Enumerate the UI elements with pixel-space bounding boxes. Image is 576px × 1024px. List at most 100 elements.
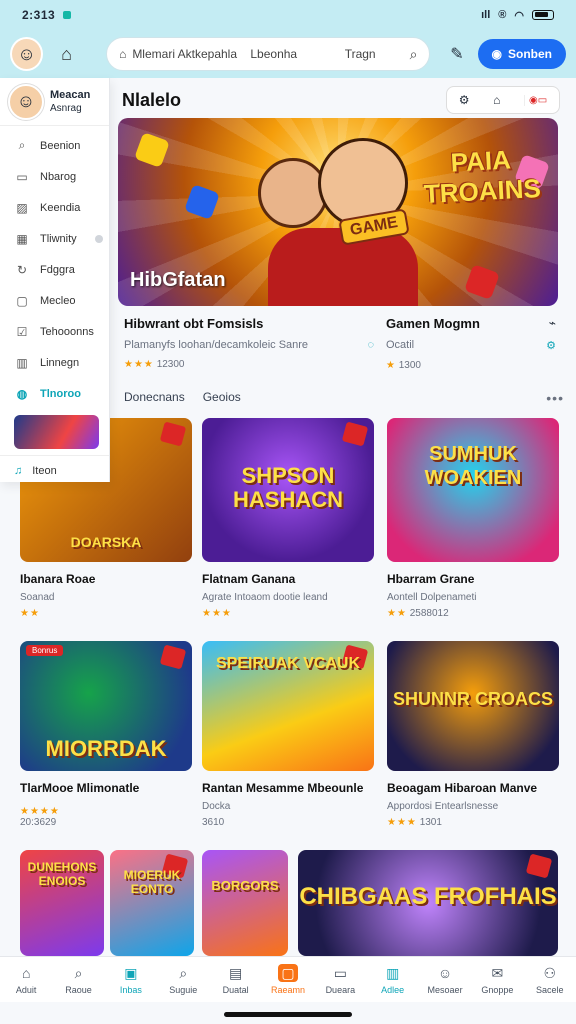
search-category-icon: ⌂ [119, 47, 127, 61]
nav-label: Inbas [119, 985, 142, 995]
hero-title: HibGfatan [130, 269, 226, 291]
star-rating: ★★★ [124, 359, 154, 370]
sidebar-item-label: Linnegn [40, 356, 80, 369]
game-card[interactable]: DUNEHONS ENOIOS [20, 850, 104, 956]
sidebar-item-4[interactable]: ▦ Tliwnity [0, 223, 109, 254]
game-card[interactable]: SPEIRUAK VCAUK Rantan Mesamme Mbeounle D… [202, 641, 374, 828]
tab-2[interactable]: Geoios [203, 390, 241, 406]
sidebar-item-label: Mecleo [40, 294, 76, 307]
pin-icon[interactable]: ⌁ [549, 316, 556, 331]
avatar[interactable]: ☺ [8, 83, 44, 120]
nav-label: Mesoaer [427, 985, 463, 995]
status-icons: ıll ® ◠ [481, 9, 554, 22]
game-card[interactable]: SHPSON HASHACN Flatnam Ganana Agrate Int… [202, 418, 374, 619]
game-card[interactable]: Bonrus MIORRDAK TlarMooe Mlimonatle ★★★★… [20, 641, 192, 828]
game-thumbnail[interactable]: Bonrus MIORRDAK [20, 641, 192, 771]
signal-icon: ıll [481, 9, 491, 21]
game-thumbnail[interactable]: BORGORS [202, 850, 288, 956]
sidebar-item-label: Beenion [40, 139, 81, 152]
game-thumbnail[interactable]: MIOERUK EONTO [110, 850, 194, 956]
person-icon: ⚇ [543, 964, 557, 981]
view-tools: ⚙ ⌂ ◉▭ [446, 86, 560, 114]
profile-status: Asnrag [50, 102, 82, 114]
app-logo[interactable]: ☺ [10, 37, 44, 71]
nav-item-3[interactable]: ▣ Inbas [105, 957, 157, 1002]
game-logo: SHUNNR CROACS [392, 689, 553, 709]
sidebar-profile[interactable]: ☺ Meacan Asnrag [0, 78, 109, 126]
chat-icon[interactable]: ◌ [367, 339, 374, 351]
toggle-switch[interactable] [95, 234, 103, 243]
music-icon: ♫ [14, 464, 23, 477]
tab-1[interactable]: Donecnans [124, 390, 185, 406]
search-input[interactable]: Mlemari Aktkepahla Lbeonha [132, 47, 344, 61]
page-title: Nlalelo [122, 90, 182, 110]
game-card[interactable]: BORGORS [202, 850, 288, 956]
signin-button[interactable]: ◉ Sonben [477, 39, 566, 69]
settings-icon[interactable]: ⚙ [546, 339, 556, 352]
nav-item-8[interactable]: ▥ Adlee [367, 957, 419, 1002]
nav-label: Dueara [325, 985, 356, 995]
game-thumbnail[interactable]: SHUNNR CROACS [387, 641, 559, 771]
search-icon: ⌕ [18, 138, 26, 152]
sidebar-item-label: Fdggra [40, 263, 75, 276]
search-icon[interactable]: ⌕ [410, 46, 418, 63]
game-subtitle: Soanad [20, 592, 55, 603]
game-logo: SUMHUK WOAKIEN [424, 443, 522, 489]
notification-bell-icon[interactable]: ✎ [442, 39, 471, 69]
sidebar-item-1[interactable]: ⌕ Beenion [0, 130, 109, 161]
sidebar-item-7[interactable]: ☑ Tehooonns [0, 316, 109, 347]
featured-item-2[interactable]: Gamen Mogmn ⌁ Ocatil ⚙ ★ 1300 [386, 316, 556, 371]
user-icon: ◉ [491, 47, 502, 61]
game-icon: ▢ [277, 964, 298, 982]
nav-item-5[interactable]: ▤ Duatal [209, 957, 261, 1002]
sidebar-footer[interactable]: ♫ Iteon [0, 455, 109, 485]
search-bar[interactable]: ⌂ Mlemari Aktkepahla Lbeonha Tragn ⌕ [106, 37, 431, 71]
home-icon[interactable]: ⌂ [51, 38, 82, 70]
nav-item-6[interactable]: ▢ Raeamn [262, 957, 314, 1002]
live-icon[interactable]: ◉▭ [524, 94, 547, 106]
sidebar-item-8[interactable]: ▥ Linnegn [0, 347, 109, 378]
game-thumbnail[interactable]: CHIBGAAS FROFHAIS [298, 850, 558, 956]
nav-label: Gnoppe [481, 985, 514, 995]
sidebar-item-5[interactable]: ↻ Fdggra [0, 254, 109, 285]
hero-banner[interactable]: GAME PAIA TROAINS HibGfatan [118, 118, 558, 306]
game-thumbnail[interactable]: SUMHUK WOAKIEN [387, 418, 559, 562]
nav-item-2[interactable]: ⌕ Raoue [52, 957, 104, 1002]
nav-item-1[interactable]: ⌂ Aduit [0, 957, 52, 1002]
search-region[interactable]: Tragn [345, 47, 376, 61]
sidebar-item-2[interactable]: ▭ Nbarog [0, 161, 109, 192]
game-thumbnail[interactable]: DUNEHONS ENOIOS [20, 850, 104, 956]
nav-label: Raeamn [270, 985, 305, 995]
featured-title: Gamen Mogmn [386, 316, 480, 331]
sidebar-item-6[interactable]: ▢ Mecleo [0, 285, 109, 316]
sidebar-nav: ⌕ Beenion ▭ Nbarog ▨ Keendia ▦ Tliwnity ↻ Fdg… [0, 130, 109, 409]
more-icon[interactable]: ••• [546, 390, 564, 406]
filter-icon[interactable]: ⚙ [459, 93, 470, 107]
sidebar-promo-image[interactable] [14, 415, 99, 449]
game-logo: DOARSKA [70, 534, 142, 550]
search-icon: ⌕ [179, 964, 188, 981]
nav-item-10[interactable]: ✉ Gnoppe [471, 957, 523, 1002]
rating-count: 3610 [202, 817, 225, 828]
game-subtitle: Agrate Intoaom dootie leand [202, 592, 328, 603]
inbox-icon: ▣ [124, 964, 138, 981]
game-card[interactable]: SUMHUK WOAKIEN Hbarram Grane Aontell Dol… [387, 418, 559, 619]
game-thumbnail[interactable]: SPEIRUAK VCAUK [202, 641, 374, 771]
featured-item-1[interactable]: Hibwrant obt Fomsisls Plamanyfs loohan/d… [124, 316, 374, 370]
sidebar-item-3[interactable]: ▨ Keendia [0, 192, 109, 223]
game-thumbnail[interactable]: SHPSON HASHACN [202, 418, 374, 562]
sidebar-item-9[interactable]: ◍ Tlnoroo [0, 378, 109, 409]
nav-item-7[interactable]: ▭ Dueara [314, 957, 366, 1002]
home-indicator[interactable] [224, 1012, 352, 1017]
game-card[interactable]: CHIBGAAS FROFHAIS [298, 850, 558, 956]
game-card[interactable]: MIOERUK EONTO [110, 850, 194, 956]
nav-label: Aduit [15, 985, 37, 995]
alert-icon: ® [498, 9, 507, 21]
nav-item-11[interactable]: ⚇ Sacele [524, 957, 576, 1002]
hero-game-logo: PAIA TROAINS [422, 143, 541, 209]
nav-item-9[interactable]: ☺ Mesoaer [419, 957, 471, 1002]
game-card[interactable]: SHUNNR CROACS Beoagam Hibaroan Manve App… [387, 641, 559, 828]
share-icon[interactable]: ⌂ [493, 93, 500, 107]
chart-icon: ▥ [386, 964, 400, 981]
nav-item-4[interactable]: ⌕ Suguie [157, 957, 209, 1002]
